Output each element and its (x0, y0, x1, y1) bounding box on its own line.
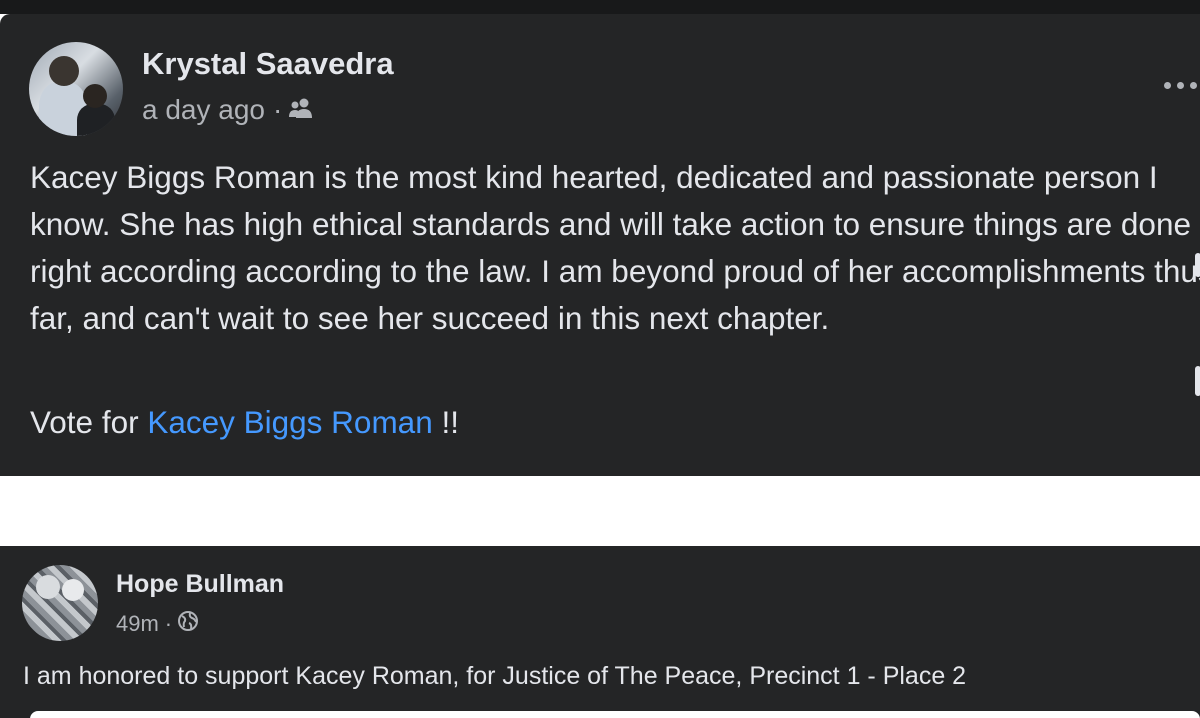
post-timestamp[interactable]: a day ago (142, 94, 265, 126)
post-meta: 49m · (116, 610, 199, 638)
vote-suffix: !! (432, 404, 459, 440)
vote-prefix: Vote for (30, 404, 148, 440)
cropped-edge-mark (1195, 253, 1200, 277)
post-vote-line: Vote for Kacey Biggs Roman !! (30, 404, 459, 441)
avatar[interactable] (29, 42, 123, 136)
globe-icon (177, 610, 199, 638)
post-card: Hope Bullman 49m · I am honored to suppo… (0, 546, 1200, 718)
page-background-top (0, 0, 1200, 14)
embedded-card-edge (30, 711, 1200, 718)
post-body: Kacey Biggs Roman is the most kind heart… (30, 159, 1200, 336)
cropped-edge-mark (1195, 366, 1200, 396)
tagged-profile-link[interactable]: Kacey Biggs Roman (147, 404, 432, 440)
meta-separator: · (164, 611, 173, 636)
meta-separator: · (273, 94, 283, 125)
avatar[interactable] (22, 565, 98, 641)
more-options-icon[interactable] (1164, 82, 1197, 89)
friends-icon (288, 94, 314, 126)
post-meta: a day ago · (142, 94, 314, 126)
post-author-name[interactable]: Hope Bullman (116, 570, 284, 599)
post-timestamp[interactable]: 49m (116, 611, 159, 637)
post-body: I am honored to support Kacey Roman, for… (23, 662, 967, 690)
post-author-name[interactable]: Krystal Saavedra (142, 46, 394, 82)
post-card: Krystal Saavedra a day ago · Kacey Biggs… (0, 14, 1200, 476)
